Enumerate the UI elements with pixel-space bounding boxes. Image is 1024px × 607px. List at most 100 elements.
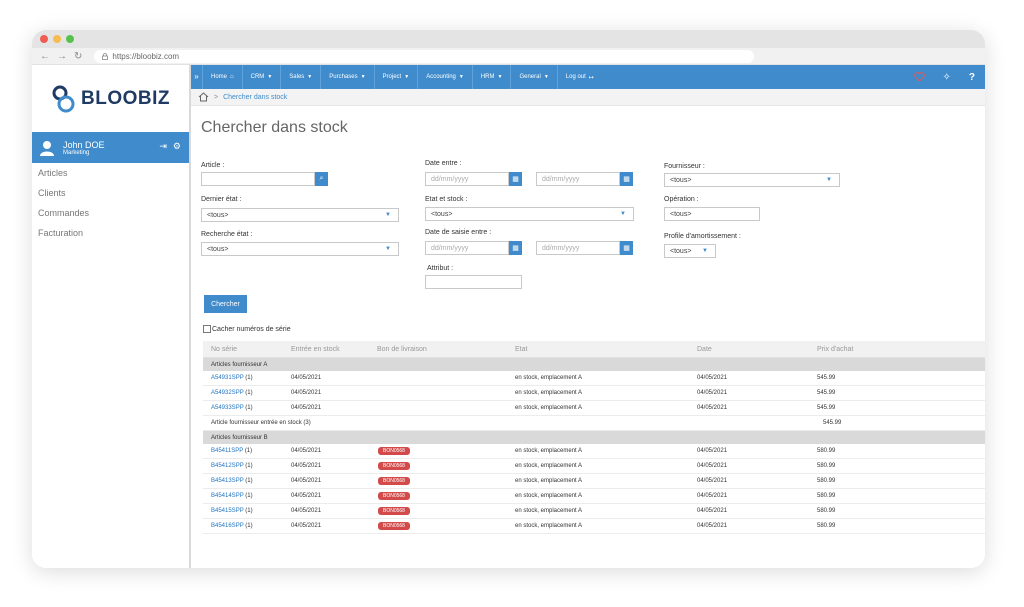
nav-general[interactable]: General ▼ <box>511 65 558 89</box>
chercher-button[interactable]: Chercher <box>204 295 247 313</box>
state-cell: en stock, emplacement A <box>515 478 583 484</box>
nav-logout[interactable]: Log out ↦ <box>558 65 602 89</box>
nav-home[interactable]: Home ⌂ <box>203 65 243 89</box>
sidebar-item-articles[interactable]: Articles <box>32 163 189 183</box>
calendar-icon[interactable]: ▦ <box>620 172 633 186</box>
chevron-down-icon: ▼ <box>826 177 832 183</box>
home-icon[interactable] <box>198 92 209 102</box>
serial-qty: (1) <box>245 523 253 529</box>
column-header[interactable]: No série <box>203 346 291 353</box>
article-label: Article : <box>201 162 225 169</box>
heart-icon[interactable] <box>913 72 925 82</box>
logout-icon[interactable]: ⇥ <box>159 141 167 152</box>
brand-logo[interactable]: BLOOBIZ <box>32 65 189 132</box>
subtotal-row: Article fournisseur entrée en stock (3) 5… <box>203 416 985 431</box>
sidebar-item-facturation[interactable]: Facturation <box>32 223 189 243</box>
browser-window: ← → ↻ https://bloobiz.com BLOOBIZ John D… <box>32 30 985 568</box>
nav-accounting[interactable]: Accounting ▼ <box>418 65 473 89</box>
attribut-input[interactable] <box>425 275 522 289</box>
entry-date-cell: 04/05/2021 <box>291 375 322 381</box>
forward-arrow-icon[interactable]: → <box>57 51 67 62</box>
recherche-etat-select[interactable]: <tous> ▼ <box>201 242 399 256</box>
url-field[interactable]: https://bloobiz.com <box>94 49 755 63</box>
reload-icon[interactable]: ↻ <box>74 51 82 62</box>
serial-link[interactable]: B45411SPP <box>211 448 243 454</box>
magic-wand-icon[interactable]: ✧ <box>943 72 951 83</box>
serial-link[interactable]: B45414SPP <box>211 493 244 499</box>
delivery-note-badge[interactable]: BON0568 <box>378 477 410 485</box>
recherche-etat-label: Recherche état : <box>201 231 253 238</box>
price-cell: 545.99 <box>817 375 836 381</box>
delivery-note-badge[interactable]: BON0568 <box>378 462 410 470</box>
price-cell: 545.99 <box>817 390 836 396</box>
serial-qty: (1) <box>245 405 253 411</box>
menu-toggle-icon[interactable]: » <box>191 65 203 89</box>
nav-sales[interactable]: Sales ▼ <box>281 65 322 89</box>
date-saisie-from-input[interactable]: dd/mm/yyyy <box>425 241 509 255</box>
search-icon[interactable]: ⌕ <box>315 172 328 186</box>
chevron-down-icon: ▼ <box>385 212 391 218</box>
article-input[interactable] <box>201 172 315 186</box>
top-navigation: » Home ⌂ CRM ▼ Sales ▼ Purchases ▼ Project ▼ … <box>191 65 985 89</box>
column-header[interactable]: Date <box>697 346 817 353</box>
hide-serials-label[interactable]: Cacher numéros de série <box>212 326 291 333</box>
serial-cell: A54932SPP (1) <box>203 390 291 396</box>
serial-link[interactable]: B45415SPP <box>211 508 244 514</box>
calendar-icon[interactable]: ▦ <box>620 241 633 255</box>
column-header[interactable]: Bon de livraison <box>377 346 515 353</box>
stock-table: No série Entrée en stock Bon de livraiso… <box>203 341 985 534</box>
fournisseur-select[interactable]: <tous> ▼ <box>664 173 840 187</box>
table-row: B45415SPP (1) 04/05/2021 BON0568 en stock, … <box>203 504 985 519</box>
fournisseur-label: Fournisseur : <box>664 163 705 170</box>
date-cell: 04/05/2021 <box>697 390 728 396</box>
sidebar-item-commandes[interactable]: Commandes <box>32 203 189 223</box>
serial-cell: B45414SPP (1) <box>203 493 291 499</box>
delivery-note-badge[interactable]: BON0568 <box>378 522 410 530</box>
calendar-icon[interactable]: ▦ <box>509 241 522 255</box>
nav-purchases[interactable]: Purchases ▼ <box>321 65 375 89</box>
column-header[interactable]: Entrée en stock <box>291 346 377 353</box>
chevron-down-icon: ▼ <box>307 74 313 80</box>
nav-crm[interactable]: CRM ▼ <box>243 65 282 89</box>
dernier-etat-select[interactable]: <tous> ▼ <box>201 208 399 222</box>
operation-input[interactable]: <tous> <box>664 207 760 221</box>
delivery-note-badge[interactable]: BON0568 <box>378 492 410 500</box>
price-cell: 580.99 <box>817 478 836 484</box>
serial-link[interactable]: B45416SPP <box>211 523 244 529</box>
price-cell: 580.99 <box>817 523 836 529</box>
serial-link[interactable]: A54933SPP <box>211 405 244 411</box>
breadcrumb: > Chercher dans stock <box>191 89 985 106</box>
close-window-dot[interactable] <box>40 35 48 43</box>
serial-cell: B45413SPP (1) <box>203 478 291 484</box>
back-arrow-icon[interactable]: ← <box>40 51 50 62</box>
nav-hrm[interactable]: HRM ▼ <box>473 65 512 89</box>
date-saisie-to-input[interactable]: dd/mm/yyyy <box>536 241 620 255</box>
table-body: Articles fournisseur A A54931SPP (1) 04/05… <box>203 358 985 534</box>
delivery-note-badge[interactable]: BON0568 <box>378 507 410 515</box>
breadcrumb-current[interactable]: Chercher dans stock <box>223 94 287 101</box>
maximize-window-dot[interactable] <box>66 35 74 43</box>
column-header[interactable]: Prix d'achat <box>817 346 917 353</box>
table-row: A54932SPP (1) 04/05/2021 en stock, emplace… <box>203 386 985 401</box>
column-header[interactable]: Etat <box>515 346 697 353</box>
help-icon[interactable]: ? <box>969 72 975 83</box>
calendar-icon[interactable]: ▦ <box>509 172 522 186</box>
serial-link[interactable]: A54932SPP <box>211 390 244 396</box>
date-entre-to-input[interactable]: dd/mm/yyyy <box>536 172 620 186</box>
serial-link[interactable]: B45412SPP <box>211 463 244 469</box>
delivery-note-badge[interactable]: BON0568 <box>378 447 410 455</box>
hide-serials-checkbox[interactable] <box>203 325 211 333</box>
date-entre-from-input[interactable]: dd/mm/yyyy <box>425 172 509 186</box>
serial-link[interactable]: B45413SPP <box>211 478 244 484</box>
user-role: Marketing <box>63 149 90 156</box>
serial-qty: (1) <box>245 375 253 381</box>
price-cell: 580.99 <box>817 493 836 499</box>
profile-amortissement-select[interactable]: <tous> ▼ <box>664 244 716 258</box>
nav-project[interactable]: Project ▼ <box>375 65 419 89</box>
gear-icon[interactable]: ⚙ <box>173 141 181 152</box>
minimize-window-dot[interactable] <box>53 35 61 43</box>
serial-link[interactable]: A54931SPP <box>211 375 244 381</box>
etat-stock-label: Etat et stock : <box>425 196 468 203</box>
sidebar-item-clients[interactable]: Clients <box>32 183 189 203</box>
etat-stock-select[interactable]: <tous> ▼ <box>425 207 634 221</box>
